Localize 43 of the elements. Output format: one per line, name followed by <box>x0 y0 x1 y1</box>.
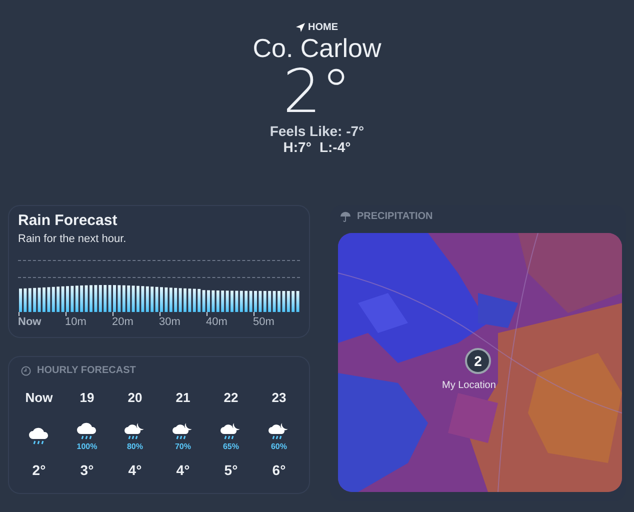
time-tick-label: Now <box>18 316 42 328</box>
moon-rain-cloud-icon <box>124 422 146 442</box>
hour-label: 20 <box>128 390 142 407</box>
time-tick-label: 20m <box>112 316 134 328</box>
time-tick-label: 10m <box>65 316 88 328</box>
precipitation-chance: 100% <box>76 442 98 451</box>
precipitation-chance: 60% <box>270 442 287 451</box>
umbrella-icon <box>340 211 351 222</box>
precipitation-chance: 65% <box>222 442 239 451</box>
moon-rain-cloud-icon <box>220 422 242 442</box>
hour-temperature: 4° <box>128 462 142 478</box>
moon-rain-cloud-icon <box>268 422 290 442</box>
feels-like-temperature: Feels Like: -7° <box>270 123 364 139</box>
card-title: Rain Forecast <box>18 212 118 229</box>
current-temperature: 2° <box>282 63 352 121</box>
location-label: My Location <box>442 380 496 391</box>
rain-cloud-icon <box>76 422 98 442</box>
hour-temperature: 4° <box>176 462 190 478</box>
card-title: PRECIPITATION <box>357 211 433 222</box>
place-name: Co. Carlow <box>252 33 382 63</box>
rain-summary: Rain for the next hour. <box>18 233 128 245</box>
hour-label: 23 <box>272 390 286 407</box>
precipitation-chance: 80% <box>126 442 143 451</box>
card-title: HOURLY FORECAST <box>37 365 136 376</box>
location-label: HOME <box>308 22 338 33</box>
precipitation-chance: 70% <box>174 442 191 451</box>
clock-icon <box>21 366 31 376</box>
hour-label: 19 <box>80 390 94 407</box>
hour-temperature: 3° <box>80 462 94 478</box>
hour-temperature: 5° <box>224 462 238 478</box>
hour-temperature: 6° <box>272 462 286 478</box>
moon-rain-cloud-icon <box>172 422 194 442</box>
high-temperature: H:7° <box>283 139 312 155</box>
hour-label: Now <box>25 390 53 407</box>
time-tick-label: 50m <box>253 316 276 328</box>
hour-label: 22 <box>224 390 238 407</box>
low-temperature: L:-4° <box>319 139 351 155</box>
rain-cloud-icon <box>28 427 50 447</box>
location-arrow-icon <box>296 23 305 32</box>
time-tick-label: 40m <box>206 316 228 328</box>
hour-temperature: 2° <box>32 462 46 478</box>
time-tick-label: 30m <box>159 316 182 328</box>
hour-label: 21 <box>176 390 190 407</box>
